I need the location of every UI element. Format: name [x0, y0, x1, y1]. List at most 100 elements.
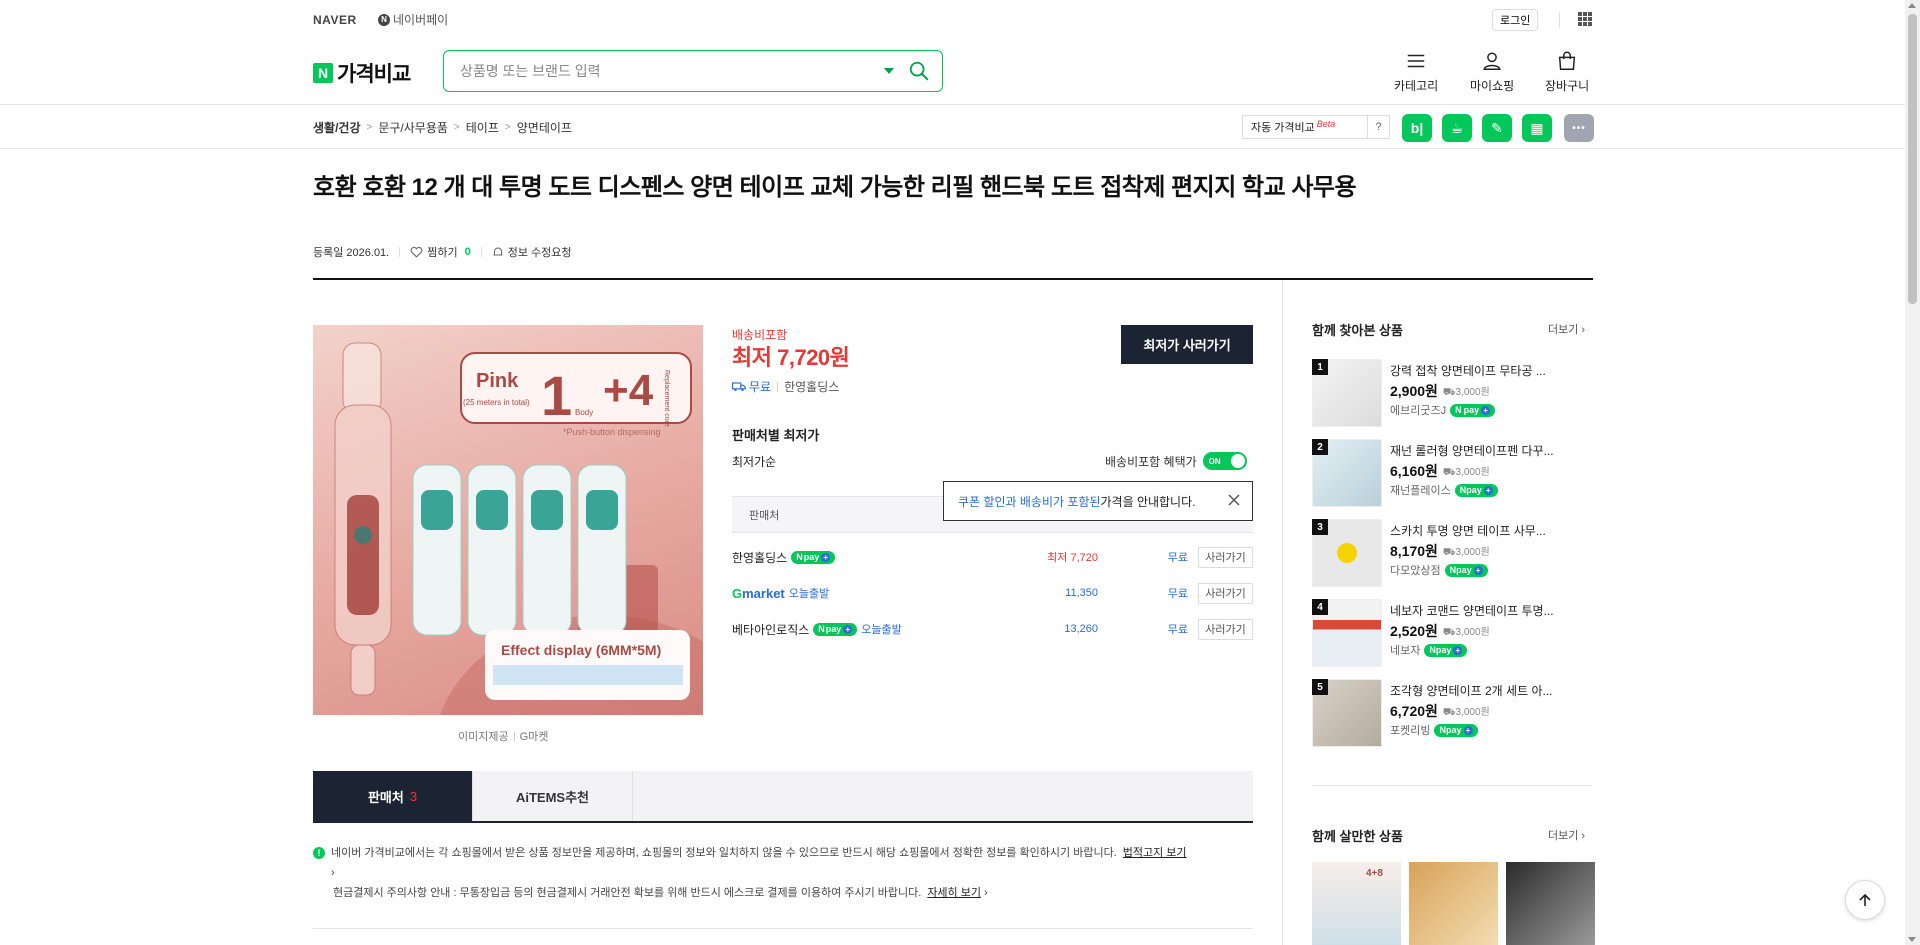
buy-together-more-link[interactable]: 더보기 › — [1548, 827, 1585, 843]
scrollbar[interactable] — [1905, 0, 1920, 945]
list-item[interactable]: 1 강력 접착 양면테이프 무타공 ... 2,900원 ⛟3,000원 에브리굿… — [1312, 359, 1602, 427]
tab-aitems[interactable]: AiTEMS추천 — [473, 771, 633, 821]
lowest-mall-name: 한영홀딩스 — [784, 380, 840, 394]
img-pink-sub-text: (25 meters in total) — [463, 398, 530, 407]
wish-button[interactable]: 찜하기 0 — [410, 244, 471, 260]
list-item[interactable]: 5 조각형 양면테이프 2개 세트 아... 6,720원 ⛟3,000원 포켓리… — [1312, 679, 1602, 747]
img-one-text: 1 — [541, 364, 572, 427]
rank-badge: 2 — [1312, 439, 1328, 455]
cafe-share-icon[interactable]: ☕ — [1442, 114, 1472, 142]
scroll-thumb[interactable] — [1908, 14, 1917, 304]
seller-name[interactable]: 한영홀딩스 — [732, 549, 787, 566]
list-item[interactable]: 4 네보자 코맨드 양면테이프 투명... 2,520원 ⛟3,000원 네보자 N… — [1312, 599, 1602, 667]
breadcrumb-item[interactable]: 생활/건강 — [313, 119, 361, 136]
nav-my-shopping[interactable]: 마이쇼핑 — [1470, 50, 1514, 94]
band-share-icon[interactable]: ✎ — [1482, 114, 1512, 142]
breadcrumb-item[interactable]: 테이프 — [466, 119, 499, 136]
chevron-right-icon: > — [453, 122, 460, 133]
search-input[interactable] — [460, 51, 884, 91]
page-title: 호환 호환 12 개 대 투명 도트 디스펜스 양면 테이프 교체 가능한 리필… — [313, 174, 1357, 201]
nav-cart[interactable]: 장바구니 — [1545, 50, 1589, 94]
close-icon[interactable] — [1226, 492, 1242, 508]
product-thumbnail[interactable] — [1409, 862, 1498, 945]
header: N 가격비교 카테고리 마이쇼핑 장바구니 — [0, 40, 1905, 105]
npay-plus-badge: Npay + — [1450, 403, 1496, 417]
report-button[interactable]: 정보 수정요청 — [492, 244, 572, 260]
go-buy-button[interactable]: 사러가기 — [1198, 618, 1253, 640]
divider — [1282, 280, 1283, 945]
list-item[interactable]: 3 스카치 투명 양면 테이프 사무... 8,170원 ⛟3,000원 다모았상… — [1312, 519, 1602, 587]
seller-column-label: 판매처 — [749, 509, 780, 522]
breadcrumb-item[interactable]: 양면테이프 — [517, 119, 572, 136]
rec-shipping: ⛟3,000원 — [1442, 546, 1490, 558]
tooltip-text: 가격을 안내합니다. — [1100, 494, 1196, 509]
seller-shipping-fee: 무료 — [1167, 624, 1188, 636]
scroll-down-icon[interactable] — [1908, 937, 1916, 942]
auto-compare-box[interactable]: 자동 가격비교 Beta ? — [1242, 115, 1390, 139]
product-meta: 등록일 2026.01. 찜하기 0 정보 수정요청 — [313, 244, 572, 260]
list-item[interactable]: 2 재넌 롤러형 양면테이프펜 다꾸... 6,160원 ⛟3,000원 재넌플레… — [1312, 439, 1602, 507]
today-dispatch-label: 오늘출발 — [788, 588, 830, 600]
alert-icon: ! — [313, 847, 325, 859]
blog-share-icon[interactable]: b| — [1402, 114, 1432, 142]
img-body-text: Body — [575, 408, 593, 417]
legal-notice-link[interactable]: 법적고지 보기 — [1123, 847, 1187, 859]
img-push-text: *Push-button dispensing — [563, 427, 661, 437]
chevron-right-icon: > — [504, 122, 511, 133]
brand-n-icon: N — [313, 63, 333, 83]
scroll-top-button[interactable] — [1845, 880, 1885, 920]
rec-product-name: 스카치 투명 양면 테이프 사무... — [1390, 524, 1546, 538]
gmarket-logo[interactable]: Gmarket — [732, 586, 785, 601]
breadcrumb: 생활/건강 > 문구/사무용품 > 테이프 > 양면테이프 — [313, 119, 572, 136]
nav-category[interactable]: 카테고리 — [1394, 50, 1438, 94]
chevron-down-icon[interactable] — [884, 68, 894, 74]
go-buy-button[interactable]: 사러가기 — [1198, 546, 1253, 568]
rec-mall: 네보자 — [1390, 645, 1421, 657]
lowest-label: 최저 — [732, 345, 772, 370]
login-button[interactable]: 로그인 — [1492, 9, 1539, 31]
npay-plus-badge: Npay + — [1454, 483, 1498, 497]
details-link[interactable]: 자세히 보기 — [927, 887, 981, 899]
rank-badge: 3 — [1312, 519, 1328, 535]
notice: ! 네이버 가격비교에서는 각 쇼핑몰에서 받은 상품 정보만을 제공하며, 쇼… — [313, 843, 1253, 903]
product-image[interactable]: Pink (25 meters in total) 1 Body +4 Repl… — [313, 325, 703, 715]
service-menu-icon[interactable] — [1578, 12, 1592, 26]
content-tabs: 판매처 3 AiTEMS추천 — [313, 771, 1253, 823]
calendar-share-icon[interactable]: ▦ — [1522, 114, 1552, 142]
seller-shipping-fee: 무료 — [1167, 552, 1188, 564]
rec-mall: 재넌플레이스 — [1390, 485, 1451, 497]
image-credit: 이미지제공 G마켓 — [458, 728, 548, 744]
search-box — [443, 50, 943, 92]
more-share-icon[interactable]: ••• — [1564, 114, 1594, 142]
seller-name[interactable]: 베타아인로직스 — [732, 621, 809, 638]
img-pink-text: Pink — [476, 370, 519, 392]
search-icon[interactable] — [908, 60, 930, 82]
naver-pay-link[interactable]: N 네이버페이 — [378, 11, 448, 28]
report-label: 정보 수정요청 — [507, 247, 572, 259]
thumb-promo-text: 4+8 — [1366, 868, 1383, 879]
nav-category-label: 카테고리 — [1394, 79, 1439, 93]
shipping-benefit-toggle[interactable]: ON — [1202, 452, 1247, 470]
cart-icon — [1558, 51, 1576, 70]
rec-product-name: 네보자 코맨드 양면테이프 투명... — [1390, 604, 1554, 618]
chevron-right-icon: › — [331, 867, 335, 879]
lowest-price: 최저 7,720원 — [732, 340, 850, 372]
product-thumbnail[interactable]: 4+8 — [1312, 862, 1401, 945]
scroll-up-icon[interactable] — [1908, 3, 1916, 8]
rec-price: 6,720원 — [1390, 703, 1438, 719]
product-photo: Pink (25 meters in total) 1 Body +4 Repl… — [334, 342, 703, 715]
tab-sellers[interactable]: 판매처 3 — [313, 771, 473, 821]
seller-shipping-fee: 무료 — [1167, 588, 1188, 600]
brand-logo[interactable]: N 가격비교 — [313, 58, 411, 88]
bell-icon — [493, 247, 503, 256]
arrow-up-icon — [1859, 893, 1871, 906]
rec-product-name: 조각형 양면테이프 2개 세트 아... — [1390, 684, 1553, 698]
sort-lowest-price[interactable]: 최저가순 — [732, 453, 776, 470]
product-thumbnail[interactable] — [1506, 862, 1595, 945]
naver-logo[interactable]: NAVER — [313, 13, 357, 27]
viewed-more-link[interactable]: 더보기 › — [1548, 321, 1585, 337]
go-buy-button[interactable]: 사러가기 — [1198, 582, 1253, 604]
buy-lowest-button[interactable]: 최저가 사러가기 — [1121, 325, 1253, 364]
help-icon[interactable]: ? — [1367, 116, 1389, 138]
breadcrumb-item[interactable]: 문구/사무용품 — [378, 119, 448, 136]
